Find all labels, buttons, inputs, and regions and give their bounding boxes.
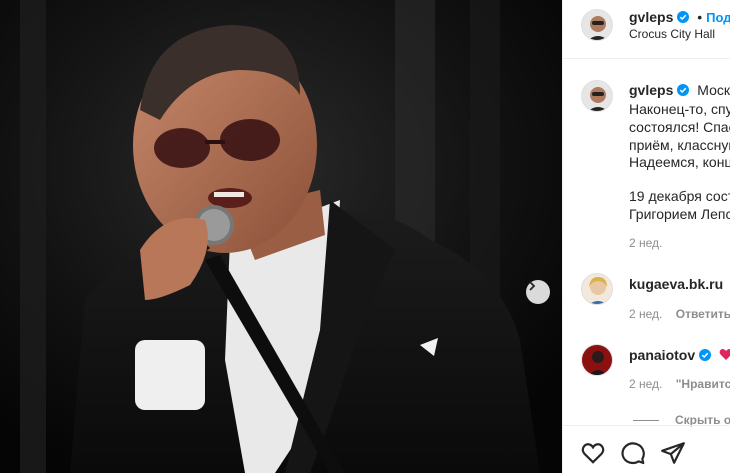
- caption-username[interactable]: gvleps: [629, 82, 673, 98]
- follow-button[interactable]: Подписаться: [706, 10, 730, 25]
- verified-badge-icon: [699, 349, 712, 361]
- comment-meta: 2 нед. Ответить: [629, 307, 730, 321]
- comment-likes[interactable]: "Нравится": 1: [676, 377, 730, 391]
- avatar-image: [582, 345, 612, 375]
- verified-badge-icon: [677, 84, 690, 96]
- caption-line-7: Григорием Лепсом: [629, 206, 730, 222]
- singer-photo-illustration: [0, 0, 562, 473]
- chevron-right-icon: [529, 281, 536, 291]
- post-photo[interactable]: [0, 0, 562, 473]
- caption-avatar[interactable]: [581, 80, 613, 112]
- replies-line: [633, 420, 659, 421]
- comment-icon[interactable]: [620, 440, 646, 466]
- caption-username-row: gvleps Москва!: [629, 82, 730, 98]
- comment-time[interactable]: 2 нед.: [629, 377, 662, 391]
- comment-username[interactable]: panaiotov: [629, 347, 695, 363]
- post-sidebar: gvleps •Подписаться Crocus City Hall gvl…: [562, 0, 730, 473]
- comment-avatar[interactable]: [581, 273, 613, 305]
- caption-line-1: Москва!: [697, 82, 730, 98]
- paper-plane-icon[interactable]: [660, 440, 686, 466]
- reply-button[interactable]: Ответить: [676, 307, 730, 321]
- next-slide-button[interactable]: [526, 280, 550, 304]
- action-bar: [563, 425, 730, 473]
- avatar-image: [582, 274, 612, 304]
- avatar-image: [582, 81, 612, 111]
- comment-username-row: panaiotov: [629, 347, 730, 363]
- avatar[interactable]: [581, 9, 613, 41]
- header-username[interactable]: gvleps: [629, 9, 673, 25]
- comment-time[interactable]: 2 нед.: [629, 307, 662, 321]
- bullet-separator: •: [697, 9, 703, 25]
- avatar-image: [582, 10, 612, 40]
- red-heart-emoji-icon: [719, 349, 730, 360]
- verified-badge-icon: [677, 11, 690, 23]
- caption-time[interactable]: 2 нед.: [629, 236, 662, 250]
- caption-line-5: Надеемся, концерт: [629, 154, 730, 170]
- comment-meta: 2 нед. "Нравится": 1: [629, 377, 730, 391]
- header-username-row: gvleps •Подписаться: [629, 9, 730, 25]
- location-link[interactable]: Crocus City Hall: [629, 27, 715, 41]
- comment-avatar[interactable]: [581, 344, 613, 376]
- header-divider: [563, 58, 730, 59]
- heart-icon[interactable]: [580, 440, 606, 466]
- comment-username[interactable]: kugaeva.bk.ru: [629, 276, 723, 292]
